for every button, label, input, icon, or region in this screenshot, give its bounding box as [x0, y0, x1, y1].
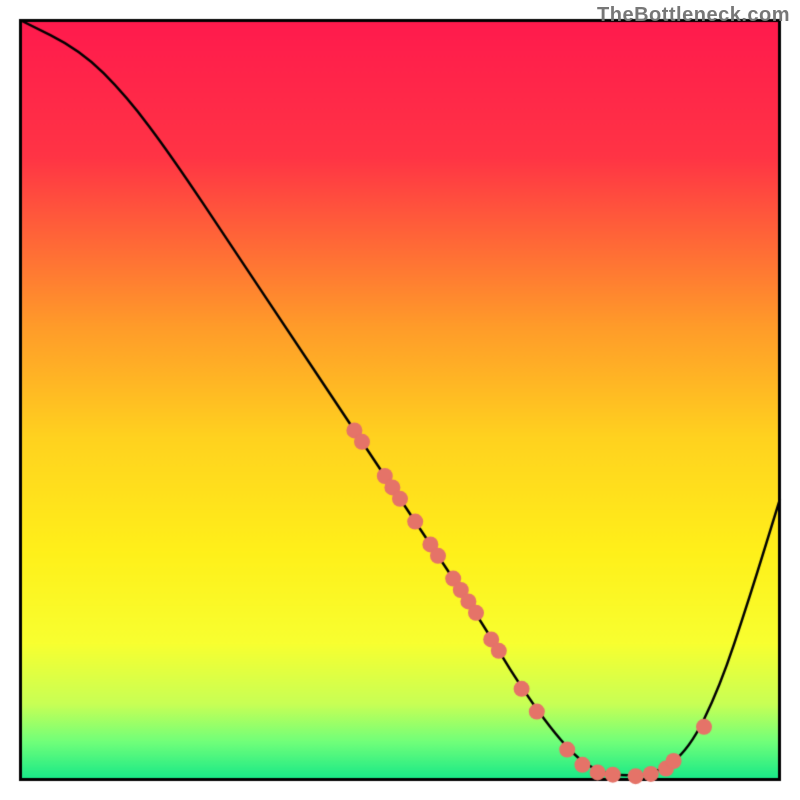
watermark-text: TheBottleneck.com [597, 4, 790, 27]
chart-container: TheBottleneck.com [0, 0, 800, 800]
chart-plot-layer [0, 0, 800, 800]
